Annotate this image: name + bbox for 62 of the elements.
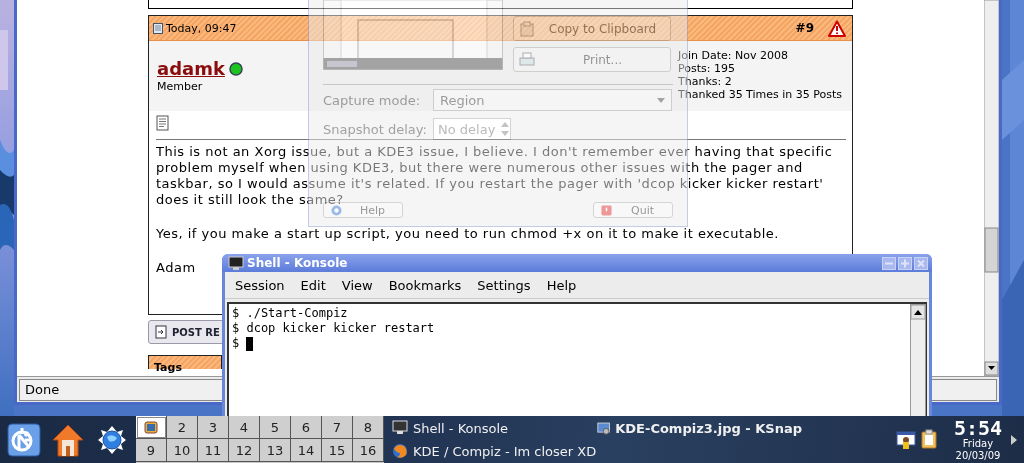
pager-desktop[interactable]: 13 [260, 439, 291, 462]
menu-item[interactable]: Session [227, 277, 293, 293]
scrollbar[interactable] [984, 0, 999, 376]
pager-desktop[interactable]: 2 [167, 416, 198, 439]
document-icon [156, 115, 170, 131]
post-text: Yes, if you make a start up script, you need to run chmod +x on it to make it executable. [156, 226, 779, 242]
user-rank: Member [157, 80, 204, 93]
pager-desktop[interactable]: 3 [198, 416, 229, 439]
menu-item[interactable]: Help [538, 277, 585, 293]
pager-desktop[interactable]: 15 [322, 439, 353, 462]
menu-item[interactable]: Bookmarks [380, 277, 470, 293]
document-icon [153, 22, 163, 34]
pager-desktop[interactable]: 5 [260, 416, 291, 439]
menu-item[interactable]: Settings [469, 277, 539, 293]
user-stat: Thanks: 2 [678, 75, 733, 88]
monitor-icon [392, 420, 408, 436]
reply-icon [155, 325, 167, 339]
pager-desktop[interactable]: 4 [229, 416, 260, 439]
tags-label: Tags [154, 361, 182, 374]
window-title: Shell - Konsole [247, 256, 348, 270]
scrollbar[interactable] [910, 304, 926, 416]
pager-desktop[interactable]: 7 [322, 416, 353, 439]
pager-desktop[interactable]: 8 [353, 416, 384, 439]
pager-desktop[interactable]: 6 [291, 416, 322, 439]
pager-desktop[interactable]: 10 [167, 439, 198, 462]
task-button[interactable]: Shell - Konsole [392, 416, 597, 440]
menu-item[interactable]: View [333, 277, 381, 293]
user-stat: Posts: 195 [678, 62, 736, 75]
text-cursor [246, 336, 254, 351]
warning-icon[interactable] [828, 19, 846, 37]
pager-desktop[interactable]: 16 [353, 439, 384, 462]
post-date: Today, 09:47 [166, 21, 237, 35]
pager-desktop[interactable]: 12 [229, 439, 260, 462]
dropdown-arrow-icon [657, 97, 665, 103]
clipboard-icon[interactable] [920, 428, 940, 451]
help-icon [330, 203, 343, 217]
window-icon [143, 419, 159, 435]
expand-arrow-icon[interactable] [1010, 434, 1018, 445]
terminal-icon [228, 256, 244, 270]
clipboard-icon [518, 19, 536, 38]
pager-desktop[interactable] [136, 416, 167, 439]
image-icon [597, 420, 611, 436]
task-button[interactable]: KDE-Compiz3.jpg - KSnap [597, 416, 802, 440]
post-number-link[interactable]: #9 [795, 21, 814, 35]
user-stat: Join Date: Nov 2008 [678, 49, 789, 62]
pager-desktop[interactable]: 9 [136, 439, 167, 462]
gear-icon[interactable] [6, 421, 42, 458]
field-label: Capture mode: [323, 92, 422, 108]
user-stat: Thanked 35 Times in 35 Posts [678, 88, 844, 101]
clock[interactable]: 5:54 Friday 20/03/09 [950, 417, 1006, 462]
globe-icon [392, 443, 408, 459]
printer-icon [518, 50, 536, 69]
pager-desktop[interactable]: 14 [291, 439, 322, 462]
username-link[interactable]: adamk [157, 58, 225, 79]
spin-arrows-icon [500, 120, 510, 138]
menu-item[interactable]: Edit [292, 277, 334, 293]
calendar-icon[interactable] [896, 428, 916, 451]
task-button[interactable]: KDE / Compiz - Im closer XD [392, 439, 597, 463]
terminal-line: $ ./Start-Compiz [232, 306, 348, 321]
pager-desktop[interactable]: 11 [198, 439, 229, 462]
post-text: Adam [156, 260, 196, 276]
power-icon [600, 203, 613, 217]
